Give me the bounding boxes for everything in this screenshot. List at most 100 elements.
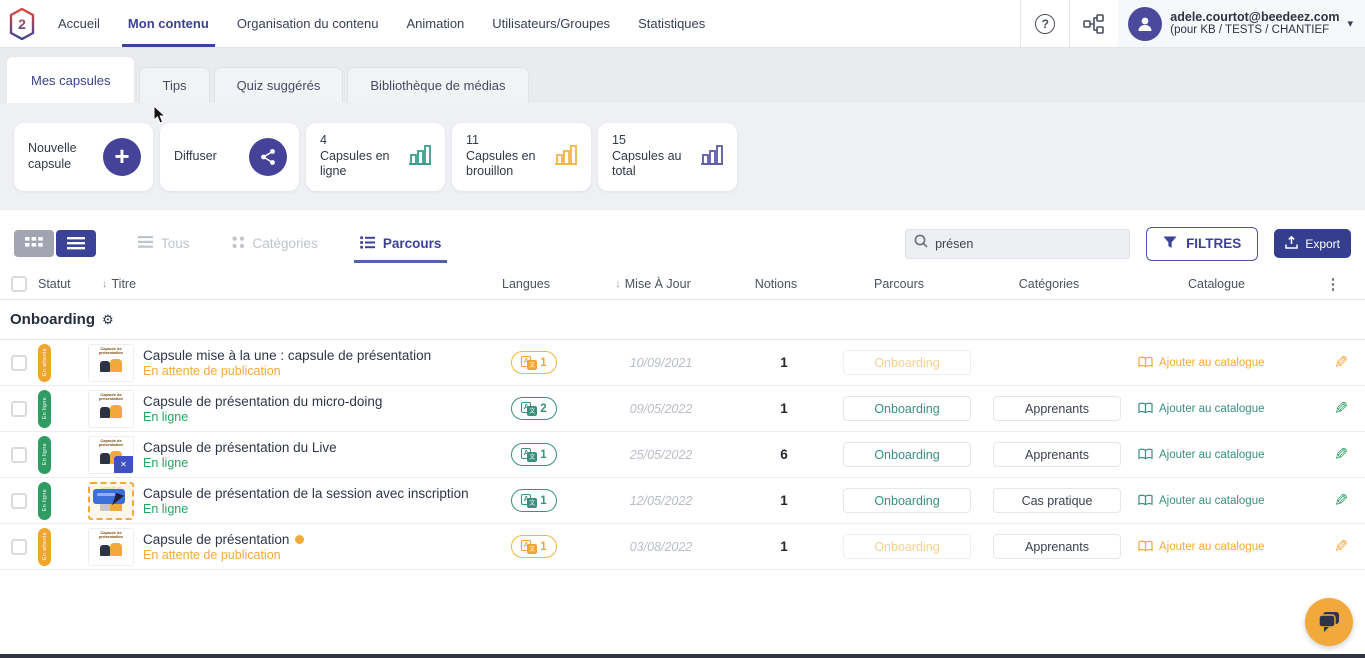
categorie-chip[interactable]: Apprenants [993, 396, 1121, 421]
scope-tab-categories[interactable]: Catégories [230, 230, 320, 258]
capsule-title[interactable]: Capsule mise à la une : capsule de prése… [143, 348, 431, 363]
nav-mon-contenu[interactable]: Mon contenu [114, 0, 223, 47]
card-text: Capsules en brouillon [466, 149, 536, 179]
grid-view-button[interactable] [14, 230, 54, 257]
gear-icon[interactable]: ⚙ [102, 312, 114, 328]
book-icon [1138, 448, 1153, 461]
table-row[interactable]: En attente Capsule de présentation ✕ Cap… [0, 524, 1365, 570]
capsule-thumbnail[interactable]: Capsule de présentation ✕ [88, 482, 134, 520]
scope-tab-tous[interactable]: Tous [136, 230, 192, 257]
search-box [905, 229, 1130, 259]
parcours-chip[interactable]: Onboarding [843, 350, 971, 375]
beedeez-logo[interactable]: 2 [0, 0, 44, 47]
filters-button[interactable]: FILTRES [1146, 227, 1258, 261]
edit-pencil-icon[interactable]: ✎ [1334, 445, 1348, 465]
group-title: Onboarding [10, 311, 95, 328]
tab-mes-capsules[interactable]: Mes capsules [6, 56, 135, 103]
row-checkbox[interactable] [11, 539, 27, 555]
thumbnail-title: Capsule de présentation [89, 439, 133, 449]
categorie-chip[interactable]: Cas pratique [993, 488, 1121, 513]
bar-chart-icon [407, 142, 433, 171]
add-to-catalogue-button[interactable]: Ajouter au catalogue [1138, 356, 1265, 369]
languages-badge[interactable]: A文2 [511, 397, 557, 420]
scope-tab-parcours[interactable]: Parcours [358, 230, 444, 258]
parcours-chip[interactable]: Onboarding [843, 442, 971, 467]
parcours-chip[interactable]: Onboarding [843, 534, 971, 559]
capsules-total-card[interactable]: 15 Capsules au total [598, 123, 737, 191]
notions-count: 1 [780, 493, 788, 508]
export-button[interactable]: Export [1274, 229, 1351, 258]
capsule-title[interactable]: Capsule de présentation du micro-doing [143, 394, 382, 409]
row-checkbox[interactable] [11, 401, 27, 417]
header-langues[interactable]: Langues [474, 277, 578, 291]
action-cards: Nouvelle capsule + Diffuser 4 Capsules e… [0, 103, 1365, 210]
add-to-catalogue-button[interactable]: Ajouter au catalogue [1138, 402, 1265, 415]
select-all-checkbox[interactable] [11, 276, 27, 292]
capsule-thumbnail[interactable]: Capsule de présentation ✕ [88, 390, 134, 428]
plus-icon[interactable]: + [103, 138, 141, 176]
nav-accueil[interactable]: Accueil [44, 0, 114, 47]
languages-badge[interactable]: A文1 [511, 535, 557, 558]
row-checkbox[interactable] [11, 355, 27, 371]
parcours-chip[interactable]: Onboarding [843, 488, 971, 513]
header-statut[interactable]: Statut [38, 277, 88, 291]
nav-utilisateurs-groupes[interactable]: Utilisateurs/Groupes [478, 0, 624, 47]
categorie-chip[interactable]: Apprenants [993, 534, 1121, 559]
capsule-title[interactable]: Capsule de présentation du Live [143, 440, 337, 455]
capsules-brouillon-card[interactable]: 11 Capsules en brouillon [452, 123, 591, 191]
add-to-catalogue-button[interactable]: Ajouter au catalogue [1138, 494, 1265, 507]
edit-pencil-icon[interactable]: ✎ [1334, 353, 1348, 373]
header-titre[interactable]: ↓Titre [88, 277, 474, 291]
add-to-catalogue-button[interactable]: Ajouter au catalogue [1138, 448, 1265, 461]
edit-pencil-icon[interactable]: ✎ [1334, 491, 1348, 511]
account-menu[interactable]: adele.courtot@beedeez.com (pour KB / TES… [1118, 0, 1365, 47]
languages-badge[interactable]: A文1 [511, 443, 557, 466]
capsule-thumbnail[interactable]: Capsule de présentation ✕ [88, 528, 134, 566]
table-row[interactable]: En ligne Capsule de présentation ✕ Capsu… [0, 386, 1365, 432]
card-label: 4 Capsules en ligne [320, 133, 407, 180]
scope-tab-label: Parcours [383, 236, 442, 251]
edit-pencil-icon[interactable]: ✎ [1334, 537, 1348, 557]
scope-tab-label: Catégories [253, 236, 318, 251]
header-parcours[interactable]: Parcours [824, 277, 974, 291]
new-capsule-card[interactable]: Nouvelle capsule + [14, 123, 153, 191]
tab-tips[interactable]: Tips [139, 67, 209, 103]
list-view-button[interactable] [56, 230, 96, 257]
chat-widget-button[interactable] [1305, 598, 1353, 646]
edit-pencil-icon[interactable]: ✎ [1334, 399, 1348, 419]
header-mise-a-jour[interactable]: ↓Mise À Jour [578, 277, 728, 291]
title-block: Capsule de présentation● En attente de p… [143, 532, 304, 562]
tab-quiz-suggeres[interactable]: Quiz suggérés [214, 67, 344, 103]
table-row[interactable]: En attente Capsule de présentation ✕ Cap… [0, 340, 1365, 386]
tab-bibliotheque-medias[interactable]: Bibliothèque de médias [347, 67, 528, 103]
help-button[interactable]: ? [1021, 0, 1069, 47]
search-input[interactable] [935, 237, 1121, 251]
capsule-thumbnail[interactable]: Capsule de présentation ✕ [88, 344, 134, 382]
row-checkbox[interactable] [11, 493, 27, 509]
org-chart-button[interactable] [1070, 0, 1118, 47]
capsule-title[interactable]: Capsule de présentation de la session av… [143, 486, 469, 501]
categorie-chip[interactable]: Apprenants [993, 442, 1121, 467]
card-count: 15 [612, 133, 699, 149]
header-categories[interactable]: Catégories [974, 277, 1124, 291]
header-notions[interactable]: Notions [728, 277, 824, 291]
nav-animation[interactable]: Animation [392, 0, 478, 47]
languages-badge[interactable]: A文1 [511, 489, 557, 512]
capsules-en-ligne-card[interactable]: 4 Capsules en ligne [306, 123, 445, 191]
table-row[interactable]: En ligne Capsule de présentation ✕ Capsu… [0, 432, 1365, 478]
parcours-chip[interactable]: Onboarding [843, 396, 971, 421]
header-catalogue[interactable]: Catalogue [1124, 277, 1309, 291]
publication-status: En ligne [143, 456, 337, 470]
translate-icon: A文 [521, 402, 537, 416]
capsule-thumbnail[interactable]: Capsule de présentation ✕ [88, 436, 134, 474]
columns-menu-icon[interactable]: ⋮ [1326, 275, 1341, 293]
row-checkbox[interactable] [11, 447, 27, 463]
nav-statistiques[interactable]: Statistiques [624, 0, 719, 47]
nav-organisation-du-contenu[interactable]: Organisation du contenu [223, 0, 393, 47]
capsule-title[interactable]: Capsule de présentation [143, 532, 289, 547]
table-row[interactable]: En ligne Capsule de présentation ✕ Capsu… [0, 478, 1365, 524]
languages-badge[interactable]: A文1 [511, 351, 557, 374]
diffuser-card[interactable]: Diffuser [160, 123, 299, 191]
add-to-catalogue-button[interactable]: Ajouter au catalogue [1138, 540, 1265, 553]
share-icon[interactable] [249, 138, 287, 176]
